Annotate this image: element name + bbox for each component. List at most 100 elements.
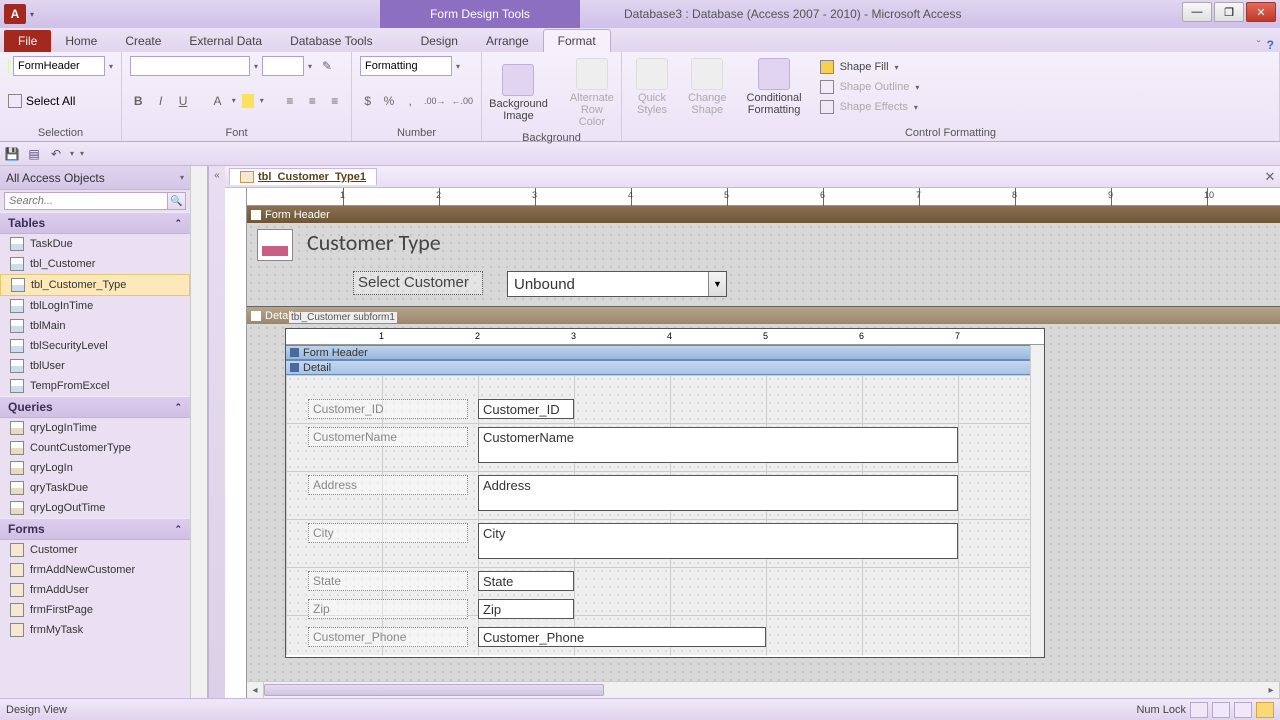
- access-app-icon[interactable]: A: [4, 4, 26, 24]
- tab-home[interactable]: Home: [51, 30, 111, 52]
- subform-section-detail[interactable]: Detail: [286, 360, 1044, 375]
- nav-item[interactable]: tblUser: [0, 356, 190, 376]
- help-icon[interactable]: ?: [1267, 38, 1274, 52]
- subform-scrollbar[interactable]: [1030, 345, 1044, 657]
- collapse-icon[interactable]: ⌃: [174, 402, 182, 413]
- select-customer-label[interactable]: Select Customer: [353, 271, 483, 295]
- number-format-box[interactable]: [360, 56, 452, 76]
- field-customer-id[interactable]: Customer_ID: [478, 399, 574, 419]
- undo-icon[interactable]: ↶: [48, 146, 64, 162]
- tab-arrange[interactable]: Arrange: [472, 30, 543, 52]
- scroll-thumb[interactable]: [264, 684, 604, 696]
- font-color-button[interactable]: A: [209, 91, 225, 111]
- nav-item[interactable]: CountCustomerType: [0, 438, 190, 458]
- field-label-city[interactable]: City: [308, 523, 468, 543]
- ribbon-collapse-icon[interactable]: ˇ: [1257, 38, 1261, 52]
- form-title-label[interactable]: Customer Type: [307, 229, 441, 256]
- maximize-button[interactable]: ❐: [1214, 2, 1244, 22]
- font-family-dropdown-icon[interactable]: ▾: [254, 62, 258, 71]
- subform-section-header[interactable]: Form Header: [286, 345, 1044, 360]
- nav-item[interactable]: frmAddNewCustomer: [0, 560, 190, 580]
- view-layout-button[interactable]: [1234, 702, 1252, 718]
- field-label-zip[interactable]: Zip: [308, 599, 468, 619]
- field-label-address[interactable]: Address: [308, 475, 468, 495]
- nav-item[interactable]: tblSecurityLevel: [0, 336, 190, 356]
- field-phone[interactable]: Customer_Phone: [478, 627, 766, 647]
- nav-group-queries[interactable]: Queries ⌃: [0, 396, 190, 418]
- save-icon[interactable]: 💾: [4, 146, 20, 162]
- comma-button[interactable]: ,: [403, 91, 418, 111]
- field-city[interactable]: City: [478, 523, 958, 559]
- section-selector-icon[interactable]: [290, 363, 299, 372]
- section-selector-icon[interactable]: [251, 210, 261, 220]
- tab-database-tools[interactable]: Database Tools: [276, 30, 387, 52]
- tab-create[interactable]: Create: [111, 30, 175, 52]
- nav-header[interactable]: All Access Objects ▾: [0, 166, 190, 190]
- field-state[interactable]: State: [478, 571, 574, 591]
- align-center-button[interactable]: ≡: [304, 91, 320, 111]
- align-right-button[interactable]: ≡: [327, 91, 343, 111]
- shape-fill-button[interactable]: Shape Fill▾: [816, 58, 924, 76]
- tab-file[interactable]: File: [4, 30, 51, 52]
- document-close-icon[interactable]: ✕: [1260, 169, 1280, 185]
- field-label-customer-name[interactable]: CustomerName: [308, 427, 468, 447]
- view-datasheet-button[interactable]: [1212, 702, 1230, 718]
- field-label-state[interactable]: State: [308, 571, 468, 591]
- section-selector-icon[interactable]: [290, 348, 299, 357]
- nav-item[interactable]: tbl_Customer: [0, 254, 190, 274]
- select-all-button[interactable]: Select All: [26, 94, 75, 108]
- nav-item[interactable]: frmMyTask: [0, 620, 190, 640]
- nav-search-input[interactable]: [4, 192, 168, 210]
- background-image-button[interactable]: Background Image: [483, 62, 554, 124]
- collapse-icon[interactable]: ⌃: [174, 218, 182, 229]
- nav-item[interactable]: tblLogInTime: [0, 296, 190, 316]
- nav-header-dropdown-icon[interactable]: ▾: [180, 173, 184, 182]
- nav-collapse-bar[interactable]: «: [208, 166, 225, 698]
- tab-external-data[interactable]: External Data: [175, 30, 276, 52]
- font-size-box[interactable]: [262, 56, 304, 76]
- nav-item[interactable]: frmAddUser: [0, 580, 190, 600]
- percent-button[interactable]: %: [381, 91, 396, 111]
- document-tab[interactable]: tbl_Customer_Type1: [229, 168, 377, 185]
- nav-item[interactable]: qryLogIn: [0, 458, 190, 478]
- qat-icon-2[interactable]: ▤: [26, 146, 42, 162]
- field-address[interactable]: Address: [478, 475, 958, 511]
- horizontal-scrollbar[interactable]: ◂ ▸: [247, 681, 1280, 698]
- increase-decimals-button[interactable]: .00→: [424, 91, 446, 111]
- selection-dropdown-icon[interactable]: ▾: [109, 62, 113, 71]
- field-customer-name[interactable]: CustomerName: [478, 427, 958, 463]
- subform-control[interactable]: 1234567 Form Header Detail Customer_ID: [285, 328, 1045, 658]
- tab-design[interactable]: Design: [407, 30, 472, 52]
- form-logo-icon[interactable]: [257, 229, 293, 261]
- underline-button[interactable]: U: [175, 91, 191, 111]
- scroll-left-icon[interactable]: ◂: [247, 682, 264, 698]
- collapse-icon[interactable]: ⌃: [174, 524, 182, 535]
- number-format-dropdown-icon[interactable]: ▾: [456, 62, 460, 71]
- nav-item[interactable]: qryLogInTime: [0, 418, 190, 438]
- field-zip[interactable]: Zip: [478, 599, 574, 619]
- nav-item[interactable]: qryTaskDue: [0, 478, 190, 498]
- nav-item[interactable]: frmFirstPage: [0, 600, 190, 620]
- font-family-box[interactable]: [130, 56, 250, 76]
- customer-combobox[interactable]: Unbound ▼: [507, 271, 727, 297]
- qat-customize-icon[interactable]: ▾: [80, 149, 84, 158]
- decrease-decimals-button[interactable]: ←.00: [452, 91, 474, 111]
- section-form-header[interactable]: Form Header: [247, 206, 1280, 223]
- nav-item[interactable]: qryLogOutTime: [0, 498, 190, 518]
- selection-box[interactable]: [13, 56, 105, 76]
- minimize-button[interactable]: —: [1182, 2, 1212, 22]
- italic-button[interactable]: I: [152, 91, 168, 111]
- undo-dropdown-icon[interactable]: ▾: [70, 149, 74, 158]
- currency-button[interactable]: $: [360, 91, 375, 111]
- font-size-dropdown-icon[interactable]: ▾: [308, 62, 312, 71]
- fill-color-button[interactable]: [242, 94, 254, 108]
- nav-group-tables[interactable]: Tables ⌃: [0, 212, 190, 234]
- search-icon[interactable]: 🔍: [168, 192, 186, 210]
- tab-format[interactable]: Format: [543, 29, 611, 52]
- scroll-right-icon[interactable]: ▸: [1263, 682, 1280, 698]
- nav-scrollbar[interactable]: [190, 166, 207, 698]
- format-painter-icon[interactable]: ✎: [316, 56, 338, 76]
- nav-item[interactable]: TaskDue: [0, 234, 190, 254]
- bold-button[interactable]: B: [130, 91, 146, 111]
- align-left-button[interactable]: ≡: [282, 91, 298, 111]
